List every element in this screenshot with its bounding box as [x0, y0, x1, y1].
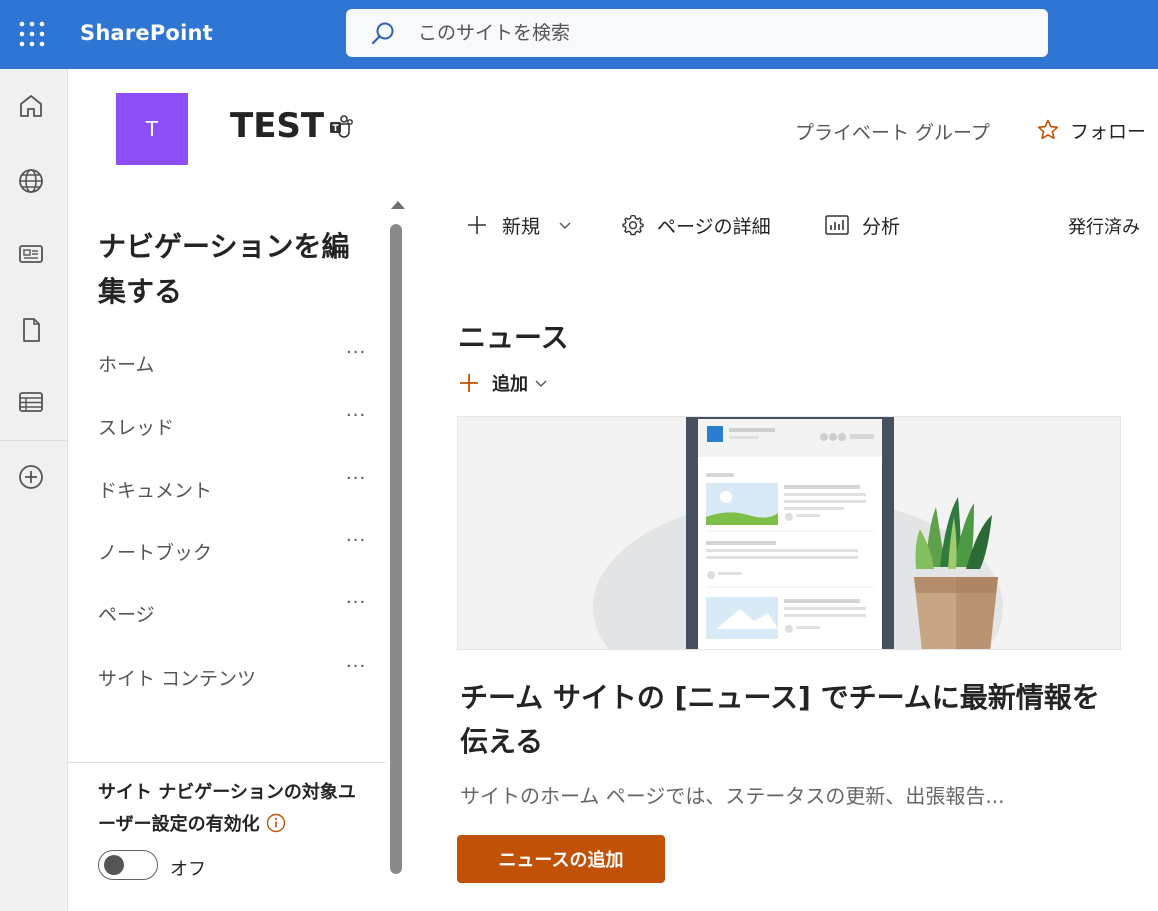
follow-label: フォロー — [1070, 120, 1147, 143]
new-label: 新規 — [502, 215, 541, 238]
more-options-icon[interactable]: ··· — [346, 592, 366, 613]
nav-panel-heading: ナビゲーションを編集する — [98, 230, 350, 308]
news-icon[interactable] — [16, 239, 46, 269]
more-options-icon[interactable]: ··· — [346, 468, 366, 489]
scrollbar-thumb[interactable] — [390, 224, 402, 874]
list-icon[interactable] — [16, 387, 46, 417]
plus-icon — [460, 374, 478, 392]
search-icon — [371, 22, 394, 45]
nav-item-home[interactable]: ホーム ··· — [98, 342, 368, 382]
plus-icon — [468, 216, 486, 234]
nav-item-threads[interactable]: スレッド ··· — [98, 405, 368, 445]
gear-icon — [622, 214, 644, 236]
scroll-up-arrow-icon[interactable] — [391, 201, 405, 209]
nav-item-label: ノートブック — [98, 542, 213, 564]
news-section-title: ニュース — [458, 321, 569, 354]
promo-title: チーム サイトの [ニュース] でチームに最新情報を伝える — [460, 681, 1100, 758]
suite-bar: SharePoint — [0, 0, 1158, 69]
more-options-icon[interactable]: ··· — [346, 405, 366, 426]
toggle-knob — [104, 855, 124, 875]
more-options-icon[interactable]: ··· — [346, 656, 366, 677]
group-type-label: プライベート グループ — [795, 122, 990, 144]
site-title[interactable]: TEST — [230, 106, 324, 146]
nav-panel-footer: サイト ナビゲーションの対象ユーザー設定の有効化 オフ — [68, 762, 386, 911]
add-news-button[interactable]: ニュースの追加 — [457, 835, 665, 883]
nav-panel-scrollbar[interactable] — [386, 188, 408, 911]
analytics-icon — [825, 215, 849, 235]
rail-divider — [0, 440, 67, 441]
app-launcher-icon[interactable] — [18, 20, 46, 48]
page-details-label: ページの詳細 — [657, 215, 771, 238]
nav-item-pages[interactable]: ページ ··· — [98, 592, 368, 632]
analytics-label: 分析 — [862, 215, 901, 238]
nav-item-label: ページ — [98, 604, 155, 626]
nav-item-label: サイト コンテンツ — [98, 668, 257, 690]
site-logo[interactable]: T — [116, 93, 188, 165]
follow-button[interactable]: フォロー — [1036, 116, 1146, 144]
publish-status: 発行済み — [1068, 217, 1140, 238]
chevron-down-icon — [535, 380, 547, 387]
nav-item-label: ドキュメント — [98, 480, 213, 502]
add-news-dropdown[interactable]: 追加 — [458, 368, 548, 398]
search-box[interactable] — [346, 9, 1048, 57]
new-button[interactable]: 新規 — [466, 210, 572, 240]
globe-icon[interactable] — [16, 166, 46, 196]
nav-item-notebook[interactable]: ノートブック ··· — [98, 530, 368, 570]
teams-icon[interactable] — [328, 114, 354, 140]
page-details-button[interactable]: ページの詳細 — [621, 210, 771, 240]
add-label: 追加 — [492, 374, 528, 395]
more-options-icon[interactable]: ··· — [346, 530, 366, 551]
search-input[interactable] — [418, 21, 1018, 45]
chevron-down-icon — [559, 222, 571, 229]
promo-description: サイトのホーム ページでは、ステータスの更新、出張報告... — [460, 784, 1005, 808]
news-illustration — [457, 416, 1121, 650]
nav-item-documents[interactable]: ドキュメント ··· — [98, 468, 368, 508]
document-icon[interactable] — [16, 315, 46, 345]
audience-targeting-text: サイト ナビゲーションの対象ユーザー設定の有効化 — [98, 782, 356, 835]
add-icon[interactable] — [16, 462, 46, 492]
audience-targeting-toggle[interactable] — [98, 850, 158, 880]
brand-name[interactable]: SharePoint — [80, 21, 213, 45]
analytics-button[interactable]: 分析 — [824, 210, 900, 240]
star-icon — [1037, 119, 1059, 140]
audience-targeting-label: サイト ナビゲーションの対象ユーザー設定の有効化 — [98, 777, 368, 841]
info-icon[interactable] — [266, 813, 286, 833]
home-icon[interactable] — [16, 91, 46, 121]
navigation-edit-panel: ナビゲーションを編集する ホーム ··· スレッド ··· ドキュメント ···… — [68, 188, 408, 911]
more-options-icon[interactable]: ··· — [346, 342, 366, 363]
toggle-state-label: オフ — [170, 859, 206, 880]
nav-item-label: スレッド — [98, 417, 175, 439]
left-app-rail — [0, 69, 68, 911]
nav-item-site-contents[interactable]: サイト コンテンツ ··· — [98, 656, 368, 696]
nav-item-label: ホーム — [98, 354, 155, 376]
